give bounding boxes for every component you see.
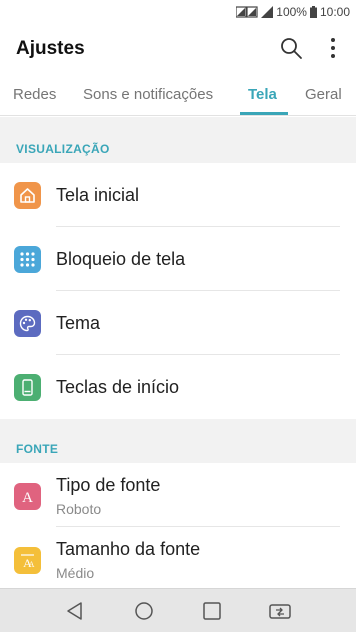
active-tab-indicator xyxy=(240,112,288,115)
item-title: Tela inicial xyxy=(56,185,140,205)
app-bar: Ajustes xyxy=(0,24,356,74)
list-item-bloqueio-de-tela[interactable]: Bloqueio de tela xyxy=(0,227,356,291)
item-title: Tamanho da fonte xyxy=(56,539,201,559)
item-title: Tipo de fonte xyxy=(56,475,161,495)
home-button-icon[interactable] xyxy=(132,599,156,623)
tab-sons-e-notificacoes[interactable]: Sons e notificações xyxy=(83,86,213,103)
signal-icon xyxy=(261,6,274,18)
dual-window-icon[interactable] xyxy=(268,599,292,623)
svg-text:A: A xyxy=(29,560,35,569)
tab-redes[interactable]: Redes xyxy=(13,86,56,103)
section-header-fonte: FONTE xyxy=(0,419,356,463)
list-item-teclas-de-inicio[interactable]: Teclas de início xyxy=(0,355,356,419)
search-icon[interactable] xyxy=(279,36,303,60)
recent-apps-icon[interactable] xyxy=(200,599,224,623)
navigation-bar xyxy=(0,588,356,632)
item-title: Tema xyxy=(56,313,101,333)
list-item-tema[interactable]: Tema xyxy=(0,291,356,355)
font-size-icon: A A xyxy=(14,547,41,574)
page-title: Ajustes xyxy=(16,38,85,59)
section-header-visualizacao: VISUALIZAÇÃO xyxy=(0,117,356,163)
more-options-icon[interactable] xyxy=(325,36,341,60)
item-title: Bloqueio de tela xyxy=(56,249,186,269)
svg-text:A: A xyxy=(22,490,33,505)
item-subtitle: Médio xyxy=(56,565,95,581)
back-icon[interactable] xyxy=(63,599,87,623)
list-item-tela-inicial[interactable]: Tela inicial xyxy=(0,163,356,227)
lock-screen-icon xyxy=(14,246,41,273)
font-type-icon: A xyxy=(14,483,41,510)
item-subtitle: Roboto xyxy=(56,501,102,517)
sim-signal-icon xyxy=(236,6,258,18)
clock: 10:00 xyxy=(319,5,350,19)
home-touch-buttons-icon xyxy=(14,374,41,401)
battery-icon xyxy=(309,6,317,18)
palette-icon xyxy=(14,310,41,337)
list-item-tipo-de-fonte[interactable]: A Tipo de fonte Roboto xyxy=(0,463,356,527)
list-item-tamanho-da-fonte[interactable]: A A Tamanho da fonte Médio xyxy=(0,527,356,588)
status-bar: 100% 10:00 xyxy=(0,0,356,24)
tab-tela[interactable]: Tela xyxy=(248,86,277,103)
battery-percent: 100% xyxy=(276,5,307,19)
tab-geral[interactable]: Geral xyxy=(305,86,342,103)
home-icon xyxy=(14,182,41,209)
item-title: Teclas de início xyxy=(56,377,180,397)
tab-bar: Redes Sons e notificações Tela Geral xyxy=(0,74,356,116)
